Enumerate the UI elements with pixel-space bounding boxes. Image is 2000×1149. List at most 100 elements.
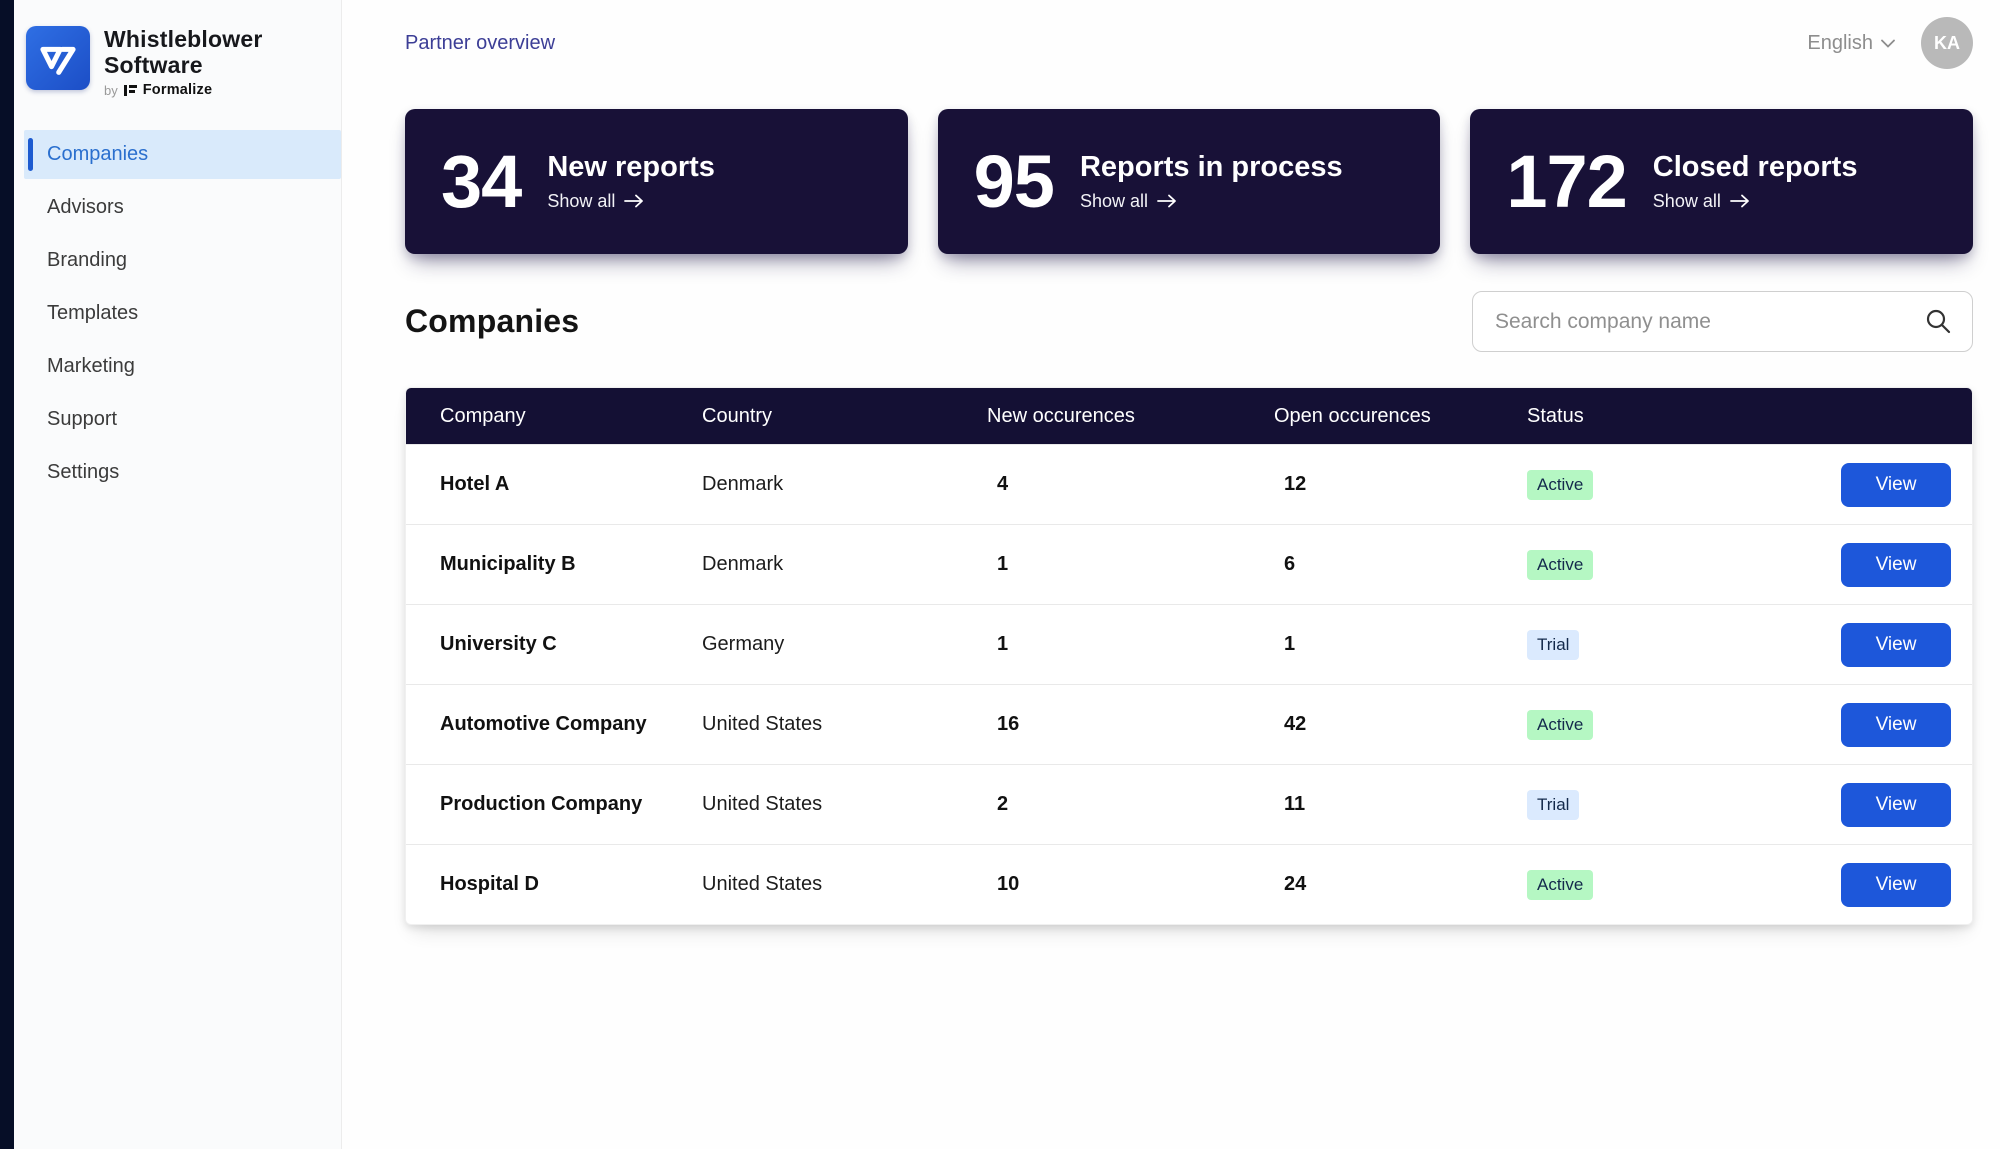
status-badge: Active	[1527, 469, 1594, 500]
stat-value: 172	[1506, 139, 1627, 223]
sidebar-item-label: Templates	[47, 302, 139, 325]
view-button[interactable]: View	[1841, 462, 1951, 507]
stat-card-reports-in-process: 95 Reports in process Show all	[937, 109, 1441, 254]
view-button[interactable]: View	[1841, 862, 1951, 907]
company-name-cell: Production Company	[440, 793, 643, 815]
topbar: Partner overview English KA	[405, 0, 1973, 86]
stat-card-new-reports: 34 New reports Show all	[405, 109, 908, 254]
country-cell: Denmark	[702, 553, 784, 575]
sidebar-item-branding[interactable]: Branding	[24, 236, 341, 285]
app-root: Whistleblower Software by Formalize Comp…	[0, 0, 2000, 1149]
company-name-cell: University C	[440, 633, 557, 655]
company-name-cell: Municipality B	[440, 553, 576, 575]
left-edge-strip	[0, 0, 14, 1149]
formalize-icon	[123, 84, 137, 97]
stat-value: 95	[973, 139, 1055, 223]
sidebar-item-label: Support	[47, 408, 118, 431]
stat-card-closed-reports: 172 Closed reports Show all	[1470, 109, 1973, 254]
arrow-right-icon	[624, 194, 644, 208]
status-badge: Trial	[1527, 629, 1580, 660]
stat-cards: 34 New reports Show all 95 Reports in pr…	[405, 109, 1973, 254]
view-button[interactable]: View	[1841, 542, 1951, 587]
status-badge: Trial	[1527, 789, 1580, 820]
show-all-label: Show all	[1079, 190, 1149, 211]
table-row: Automotive Company United States 16 42 Activ…	[406, 684, 1972, 764]
country-cell: Germany	[702, 633, 785, 655]
stat-title: Reports in process	[1079, 151, 1343, 184]
status-cell: Trial	[1527, 629, 1831, 660]
stat-title: New reports	[547, 151, 715, 184]
search-icon[interactable]	[1924, 307, 1952, 335]
column-header-company: Company	[440, 404, 526, 427]
show-all-link[interactable]: Show all	[1080, 191, 1177, 212]
status-cell: Active	[1527, 549, 1831, 580]
status-cell: Trial	[1527, 789, 1831, 820]
sidebar-item-templates[interactable]: Templates	[24, 289, 341, 338]
view-button[interactable]: View	[1841, 782, 1951, 827]
table-row: University C Germany 1 1 Trial View	[406, 604, 1972, 684]
stat-value: 34	[441, 139, 522, 223]
table-row: Hotel A Denmark 4 12 Active View	[406, 444, 1972, 524]
brand: Whistleblower Software by Formalize	[14, 26, 341, 98]
companies-section-head: Companies	[405, 291, 1973, 352]
stat-title: Closed reports	[1652, 151, 1858, 184]
sidebar-item-companies[interactable]: Companies	[24, 130, 341, 180]
table-row: Production Company United States 2 11 Trial V…	[406, 764, 1972, 844]
language-label: English	[1807, 31, 1873, 54]
new-occurences-cell: 1	[997, 633, 1009, 655]
sidebar-item-label: Advisors	[47, 196, 124, 219]
show-all-link[interactable]: Show all	[547, 191, 644, 212]
breadcrumb[interactable]: Partner overview	[405, 32, 555, 55]
country-cell: United States	[702, 793, 823, 815]
sidebar-item-label: Branding	[47, 249, 128, 272]
page-title: Companies	[405, 303, 580, 339]
sidebar-item-label: Marketing	[47, 355, 135, 378]
new-occurences-cell: 16	[997, 713, 1020, 735]
chevron-down-icon	[1881, 39, 1895, 48]
language-selector[interactable]: English	[1807, 32, 1895, 55]
search-input[interactable]	[1473, 309, 1972, 334]
companies-table: Company Country New occurences Open occu…	[405, 387, 1973, 925]
show-all-label: Show all	[1652, 190, 1721, 211]
column-header-country: Country	[702, 404, 773, 427]
status-badge: Active	[1527, 549, 1594, 580]
new-occurences-cell: 10	[997, 873, 1020, 895]
topbar-right: English KA	[1807, 17, 1973, 69]
open-occurences-cell: 42	[1284, 713, 1307, 735]
brand-text: Whistleblower Software by Formalize	[104, 26, 263, 98]
search-box	[1472, 291, 1973, 352]
country-cell: United States	[702, 713, 823, 735]
company-name-cell: Automotive Company	[440, 713, 647, 735]
brand-byline: by Formalize	[104, 82, 263, 98]
open-occurences-cell: 6	[1284, 553, 1296, 575]
country-cell: Denmark	[702, 473, 784, 495]
sidebar-item-advisors[interactable]: Advisors	[24, 183, 341, 232]
country-cell: United States	[702, 873, 823, 895]
status-cell: Active	[1527, 469, 1831, 500]
sidebar-item-label: Settings	[47, 461, 120, 484]
sidebar-item-settings[interactable]: Settings	[24, 448, 341, 497]
view-button[interactable]: View	[1841, 622, 1951, 667]
table-body: Hotel A Denmark 4 12 Active View Municipality …	[406, 444, 1972, 924]
open-occurences-cell: 12	[1284, 473, 1307, 495]
byline-prefix: by	[104, 82, 118, 98]
new-occurences-cell: 1	[997, 553, 1009, 575]
main-content: Partner overview English KA 34 New repor…	[342, 0, 2000, 1149]
whistleblower-logo-icon	[26, 26, 90, 90]
avatar[interactable]: KA	[1921, 17, 1973, 69]
open-occurences-cell: 11	[1284, 793, 1306, 815]
column-header-new-occurences: New occurences	[987, 404, 1135, 427]
view-button[interactable]: View	[1841, 702, 1951, 747]
status-badge: Active	[1527, 709, 1594, 740]
new-occurences-cell: 4	[997, 473, 1009, 495]
sidebar-item-label: Companies	[47, 143, 149, 166]
table-row: Municipality B Denmark 1 6 Active View	[406, 524, 1972, 604]
column-header-status: Status	[1527, 404, 1584, 427]
sidebar-item-marketing[interactable]: Marketing	[24, 342, 341, 391]
byline-brand: Formalize	[142, 82, 213, 99]
show-all-link[interactable]: Show all	[1653, 191, 1750, 212]
table-row: Hospital D United States 10 24 Active View	[406, 844, 1972, 924]
arrow-right-icon	[1157, 194, 1176, 208]
new-occurences-cell: 2	[997, 793, 1009, 815]
sidebar-item-support[interactable]: Support	[24, 395, 341, 444]
